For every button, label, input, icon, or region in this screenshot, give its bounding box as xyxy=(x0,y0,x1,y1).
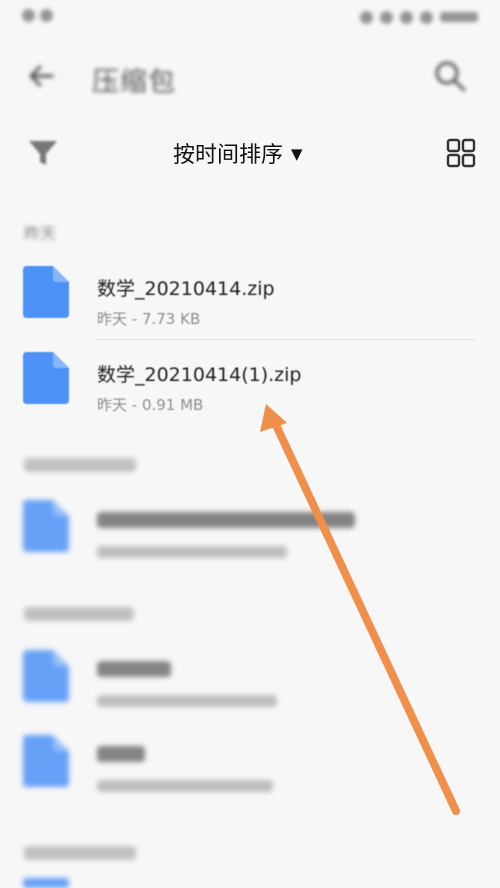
file-meta: 昨天 - 0.91 MB xyxy=(97,396,204,414)
list-item[interactable]: 数学_20210414(1).zip 昨天 - 0.91 MB xyxy=(0,344,500,424)
bluetooth-icon xyxy=(400,10,413,24)
file-icon xyxy=(23,735,69,787)
file-meta-placeholder xyxy=(97,780,273,792)
signal-icon xyxy=(22,9,35,22)
section-label-placeholder xyxy=(24,458,136,472)
app-bar: 压缩包 xyxy=(0,50,500,100)
filter-icon[interactable] xyxy=(25,135,61,171)
eye-icon xyxy=(360,10,373,24)
file-name-placeholder xyxy=(97,661,171,677)
mute-icon xyxy=(420,10,433,24)
section-label-yesterday: 昨天 xyxy=(24,224,57,243)
alarm-icon xyxy=(380,10,393,24)
file-meta: 昨天 - 7.73 KB xyxy=(97,310,201,328)
section-label-placeholder xyxy=(24,846,136,860)
grid-view-icon[interactable] xyxy=(446,138,476,168)
chevron-down-icon: ▼ xyxy=(291,145,303,163)
search-icon[interactable] xyxy=(433,59,467,93)
status-right xyxy=(360,10,478,24)
file-icon xyxy=(23,878,69,888)
status-bar xyxy=(0,0,500,34)
list-item[interactable]: 数学_20210414.zip 昨天 - 7.73 KB xyxy=(0,258,500,338)
wifi-icon xyxy=(39,9,53,22)
divider xyxy=(96,339,476,340)
section-label-placeholder xyxy=(24,607,134,621)
file-icon xyxy=(23,500,69,552)
file-name: 数学_20210414.zip xyxy=(97,278,275,300)
file-meta-placeholder xyxy=(97,546,287,558)
battery-icon xyxy=(440,12,478,22)
status-left xyxy=(22,8,53,26)
file-icon xyxy=(23,266,69,318)
file-name: 数学_20210414(1).zip xyxy=(97,364,302,386)
annotation-arrow xyxy=(260,404,460,815)
page-title: 压缩包 xyxy=(92,67,176,98)
sort-dropdown[interactable]: 按时间排序 ▼ xyxy=(173,137,303,169)
arrow-shaft xyxy=(272,421,460,815)
file-icon xyxy=(23,352,69,404)
file-name-placeholder xyxy=(97,512,355,528)
file-meta-placeholder xyxy=(97,695,277,707)
arrow-left-icon[interactable] xyxy=(28,64,54,88)
sort-label: 按时间排序 xyxy=(173,143,284,168)
file-icon xyxy=(23,650,69,702)
file-name-placeholder xyxy=(97,746,145,762)
